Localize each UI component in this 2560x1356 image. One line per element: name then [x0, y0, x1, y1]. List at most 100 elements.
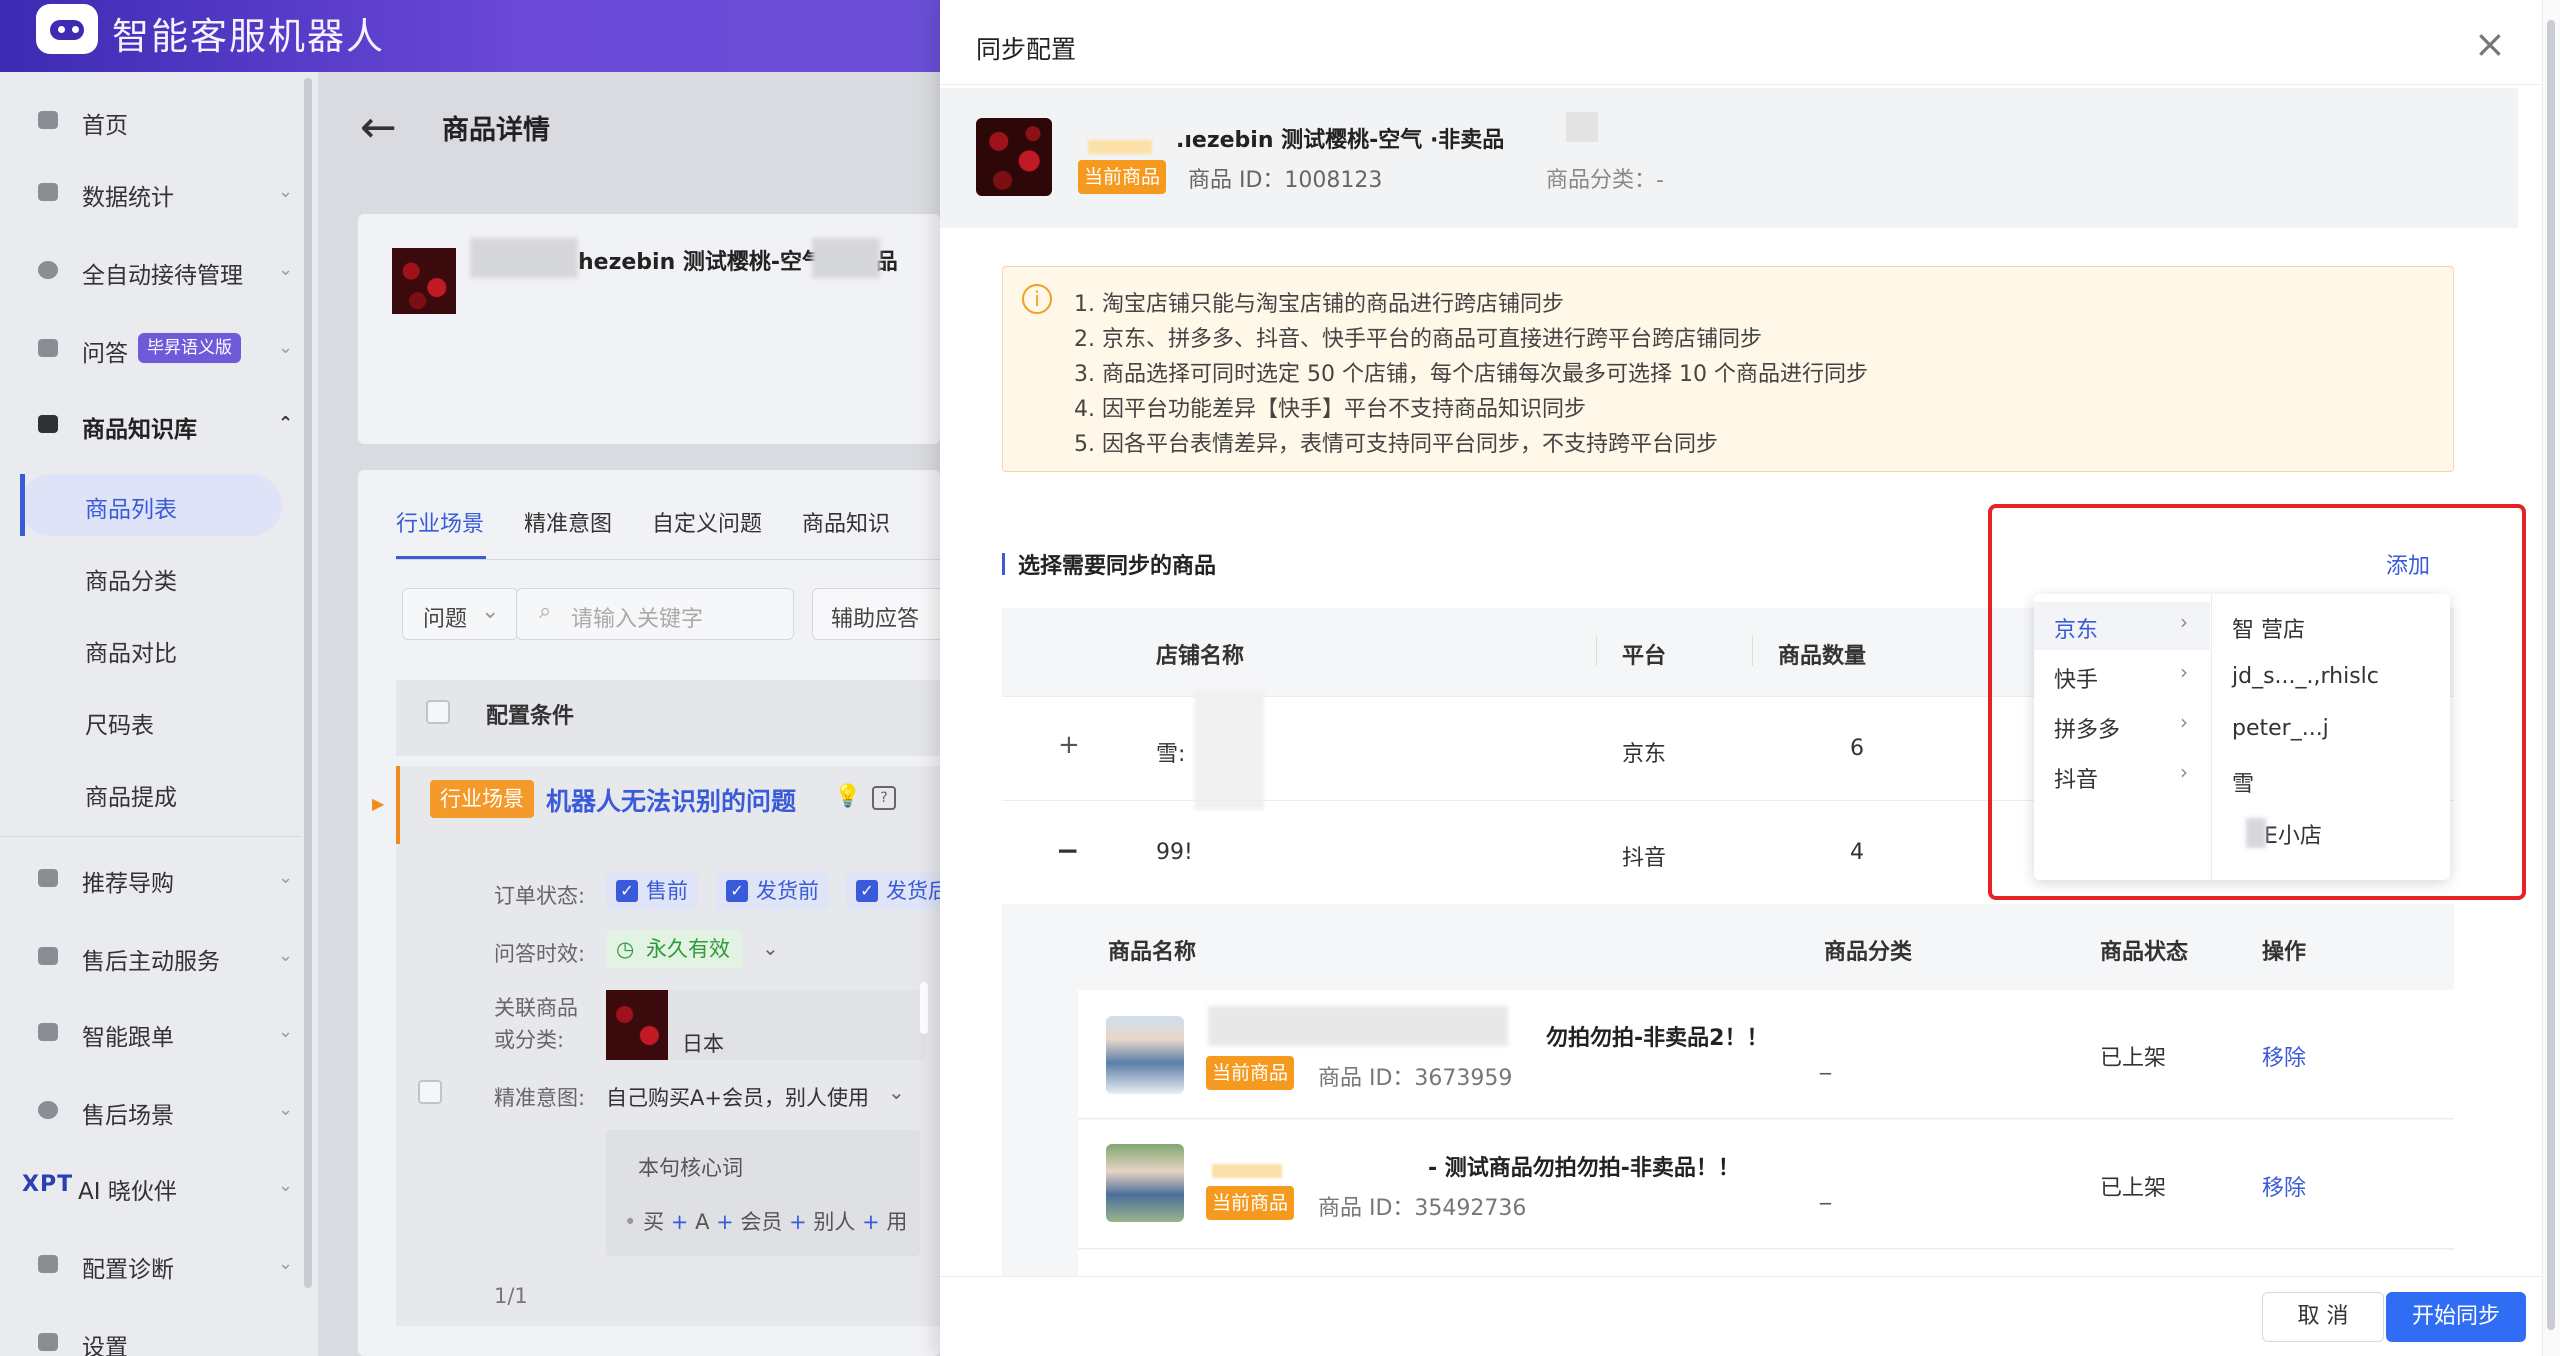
chevron-down-icon: ⌄ [278, 181, 294, 202]
platform-option-pdd[interactable]: 拼多多 › [2034, 702, 2210, 750]
chevron-down-icon[interactable]: ⌄ [762, 936, 779, 960]
product-thumbnail [1106, 1144, 1184, 1222]
cancel-button[interactable]: 取 消 [2262, 1292, 2384, 1342]
intent-value: 自己购买A+会员，别人使用 [606, 1086, 869, 1110]
product-category: _ [1820, 1050, 1831, 1075]
robot-icon [38, 261, 58, 279]
sidebar-item-product-list[interactable]: 商品列表 [0, 474, 300, 534]
section-title: 选择需要同步的商品 [1018, 554, 1217, 579]
sidebar-item-home[interactable]: 首页 [0, 90, 300, 150]
scene-title[interactable]: 机器人无法识别的问题 [546, 782, 796, 818]
tab-industry-scene[interactable]: 行业场景 [396, 506, 484, 538]
order-status-presale[interactable]: ✓ 售前 [606, 872, 698, 910]
redacted-text [1208, 1006, 1508, 1046]
assist-reply-button[interactable]: 辅助应答 [812, 588, 944, 640]
app-title: 智能客服机器人 [112, 15, 385, 58]
tab-custom-question[interactable]: 自定义问题 [652, 506, 762, 538]
help-icon[interactable]: ? [872, 786, 896, 810]
sidebar-item-size-chart[interactable]: 尺码表 [0, 690, 300, 750]
chevron-right-icon: › [2180, 610, 2188, 634]
diagnosis-icon [38, 1255, 58, 1273]
platform-option-jd[interactable]: 京东 › [2034, 602, 2210, 650]
sidebar-item-stats[interactable]: 数据统计 ⌄ [0, 162, 300, 222]
gear-icon [38, 1333, 58, 1351]
row-checkbox[interactable] [418, 1080, 442, 1104]
dialog-divider [940, 84, 2540, 85]
related-name: 日本 [682, 1032, 724, 1056]
column-config-condition: 配置条件 [486, 704, 575, 729]
sidebar-item-diagnosis[interactable]: 配置诊断 ⌄ [0, 1234, 300, 1294]
sidebar-item-auto-reception[interactable]: 全自动接待管理 ⌄ [0, 240, 300, 300]
store-option[interactable]: E小店 [2264, 818, 2322, 850]
store-option[interactable]: 智 营店 [2232, 612, 2305, 644]
scene-tag: 行业场景 [430, 780, 534, 818]
store-option[interactable]: 雪 [2232, 766, 2254, 798]
collapse-row-icon[interactable]: − [1056, 834, 1079, 867]
sidebar-item-product-compare[interactable]: 商品对比 [0, 618, 300, 678]
core-words: • 买 + A + 会员 + 别人 + 用 [624, 1210, 908, 1234]
row-accent [396, 766, 400, 844]
chevron-down-icon: ⌄ [278, 1021, 294, 1042]
sidebar-item-follow-up[interactable]: 智能跟单 ⌄ [0, 1002, 300, 1062]
validity-label: 问答时效: [494, 942, 586, 966]
column-product-count: 商品数量 [1778, 644, 1867, 669]
question-type-select[interactable]: 问题 ⌄ [402, 588, 518, 640]
store-option[interactable]: peter_...j [2232, 716, 2329, 741]
product-id: 商品 ID：35492736 [1318, 1196, 1527, 1221]
tab-precise-intent[interactable]: 精准意图 [524, 506, 612, 538]
related-scrollbar[interactable] [920, 982, 928, 1034]
column-divider [1596, 636, 1597, 666]
semantic-version-badge: 毕昇语义版 [138, 333, 241, 363]
validity-tag: ◷ 永久有效 [606, 930, 742, 968]
chevron-right-icon: › [2180, 710, 2188, 734]
expand-row-icon[interactable]: + [1058, 730, 1080, 760]
current-product-name: .ıezebin 测试樱桃-空气 ·非卖品 [1176, 128, 1505, 153]
keyword-search-input[interactable]: ⌕ 请输入关键字 [516, 588, 794, 640]
sidebar-scrollbar[interactable] [304, 78, 312, 1288]
start-sync-button[interactable]: 开始同步 [2386, 1292, 2526, 1342]
product-table-header [1078, 906, 2454, 988]
current-product-card [940, 88, 2518, 228]
tabs-divider [396, 559, 942, 560]
sidebar-item-commission[interactable]: 商品提成 [0, 762, 300, 822]
checked-icon: ✓ [856, 880, 878, 902]
column-store-name: 店铺名称 [1156, 644, 1245, 669]
chevron-down-icon[interactable]: ⌄ [888, 1080, 905, 1104]
redacted-text [1212, 1164, 1282, 1178]
order-status-before-ship[interactable]: ✓ 发货前 [716, 872, 829, 910]
sidebar-item-settings[interactable]: 设置 [0, 1312, 300, 1356]
store-product-count: 6 [1850, 736, 1864, 761]
platform-option-kuaishou[interactable]: 快手 › [2034, 652, 2210, 700]
select-all-checkbox[interactable] [426, 700, 450, 724]
close-icon[interactable]: × [2474, 22, 2506, 66]
back-arrow-icon[interactable]: ← [360, 102, 397, 153]
expand-arrow-icon[interactable]: ▶ [372, 794, 384, 813]
current-product-thumbnail [976, 118, 1052, 196]
intent-label: 精准意图: [494, 1086, 586, 1110]
column-divider [1752, 636, 1753, 666]
notice-line: 5. 因各平台表情差异，表情可支持同平台同步，不支持跨平台同步 [1074, 432, 1718, 457]
current-product-tag: 当前商品 [1078, 160, 1167, 194]
tab-product-knowledge[interactable]: 商品知识 [802, 506, 890, 538]
remove-link[interactable]: 移除 [2262, 1170, 2306, 1202]
chevron-down-icon: ⌄ [278, 1253, 294, 1274]
store-name: 99! [1156, 840, 1193, 865]
robot-logo-icon [36, 4, 98, 54]
sidebar-item-aftersale-scene[interactable]: 售后场景 ⌄ [0, 1080, 300, 1140]
current-product-id: 商品 ID：1008123 [1188, 168, 1383, 193]
platform-option-douyin[interactable]: 抖音 › [2034, 752, 2210, 800]
cascader-divider [2211, 594, 2212, 880]
sidebar-item-aftersale-service[interactable]: 售后主动服务 ⌄ [0, 926, 300, 986]
scene-icon [38, 1101, 58, 1119]
product-thumbnail [392, 248, 456, 314]
order-status-label: 订单状态: [494, 884, 586, 908]
dialog-scrollbar[interactable] [2542, 0, 2560, 1356]
core-words-box [606, 1130, 920, 1256]
related-label: 关联商品 或分类: [494, 996, 578, 1052]
sidebar-item-product-category[interactable]: 商品分类 [0, 546, 300, 606]
sidebar-item-recommend[interactable]: 推荐导购 ⌄ [0, 848, 300, 908]
pagination: 1/1 [494, 1284, 528, 1308]
store-option[interactable]: jd_s..._.,rhislc [2232, 664, 2379, 689]
remove-link[interactable]: 移除 [2262, 1040, 2306, 1072]
sidebar-item-product-kb[interactable]: 商品知识库 ⌃ [0, 394, 300, 454]
